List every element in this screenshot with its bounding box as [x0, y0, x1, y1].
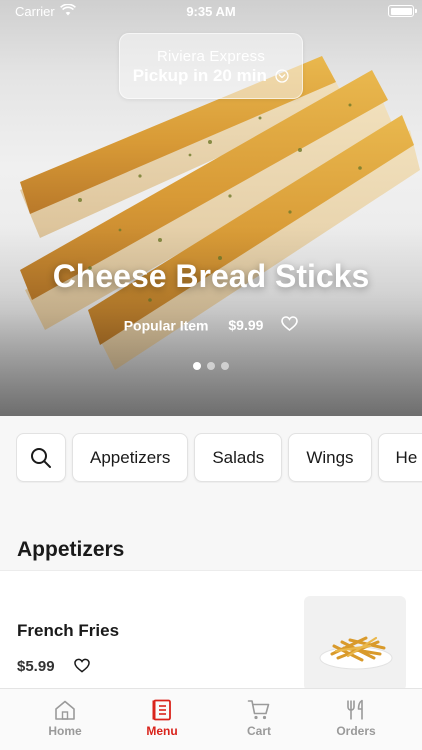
status-time: 9:35 AM: [186, 4, 236, 19]
heart-icon[interactable]: [281, 316, 299, 334]
carousel-dots[interactable]: [0, 357, 422, 375]
category-chip-wings[interactable]: Wings: [288, 433, 372, 482]
carousel-dot[interactable]: [207, 362, 215, 370]
status-bar: Carrier 9:35 AM: [0, 0, 422, 24]
tab-label: Cart: [246, 724, 271, 738]
tab-orders[interactable]: Orders: [308, 689, 404, 750]
carousel-dot[interactable]: [193, 362, 201, 370]
hero-tag: Popular Item: [123, 317, 209, 334]
category-chip-appetizers[interactable]: Appetizers: [72, 433, 189, 482]
search-button[interactable]: [16, 433, 66, 482]
item-price: $5.99: [17, 658, 55, 675]
store-name: Riviera Express: [156, 48, 266, 65]
home-icon: [55, 700, 75, 720]
tab-menu[interactable]: Menu: [114, 689, 210, 750]
tab-bar[interactable]: Home Menu Cart Orders: [0, 688, 422, 750]
utensils-icon: [347, 699, 363, 720]
section-title: Appetizers: [17, 538, 125, 561]
tab-label: Orders: [336, 724, 376, 738]
tab-label: Home: [48, 724, 82, 738]
menu-icon: [152, 699, 171, 721]
category-bar[interactable]: Appetizers Salads Wings He: [16, 433, 422, 483]
hero-price: $9.99: [228, 317, 264, 334]
hero-banner[interactable]: Carrier 9:35 AM Riviera Express Pickup i…: [0, 0, 422, 416]
tab-label: Menu: [146, 724, 178, 738]
pickup-selector[interactable]: Riviera Express Pickup in 20 min: [119, 33, 303, 99]
pickup-time: Pickup in 20 min: [132, 66, 267, 85]
category-chip-next[interactable]: He: [377, 433, 422, 482]
hero-meta: Popular Item $9.99: [0, 316, 422, 334]
cart-icon: [247, 700, 270, 720]
menu-item[interactable]: French Fries $5.99: [0, 570, 422, 691]
battery-icon: [388, 5, 417, 17]
item-name: French Fries: [17, 621, 120, 640]
french-fries-image: [304, 596, 406, 691]
carousel-dot[interactable]: [221, 362, 229, 370]
hero-title: Cheese Bread Sticks: [52, 258, 370, 294]
tab-cart[interactable]: Cart: [211, 689, 307, 750]
chevron-down-circle-icon: [275, 69, 289, 88]
tab-home[interactable]: Home: [17, 689, 113, 750]
heart-icon[interactable]: [74, 658, 90, 678]
search-icon: [31, 447, 51, 468]
category-chip-salads[interactable]: Salads: [194, 433, 283, 482]
